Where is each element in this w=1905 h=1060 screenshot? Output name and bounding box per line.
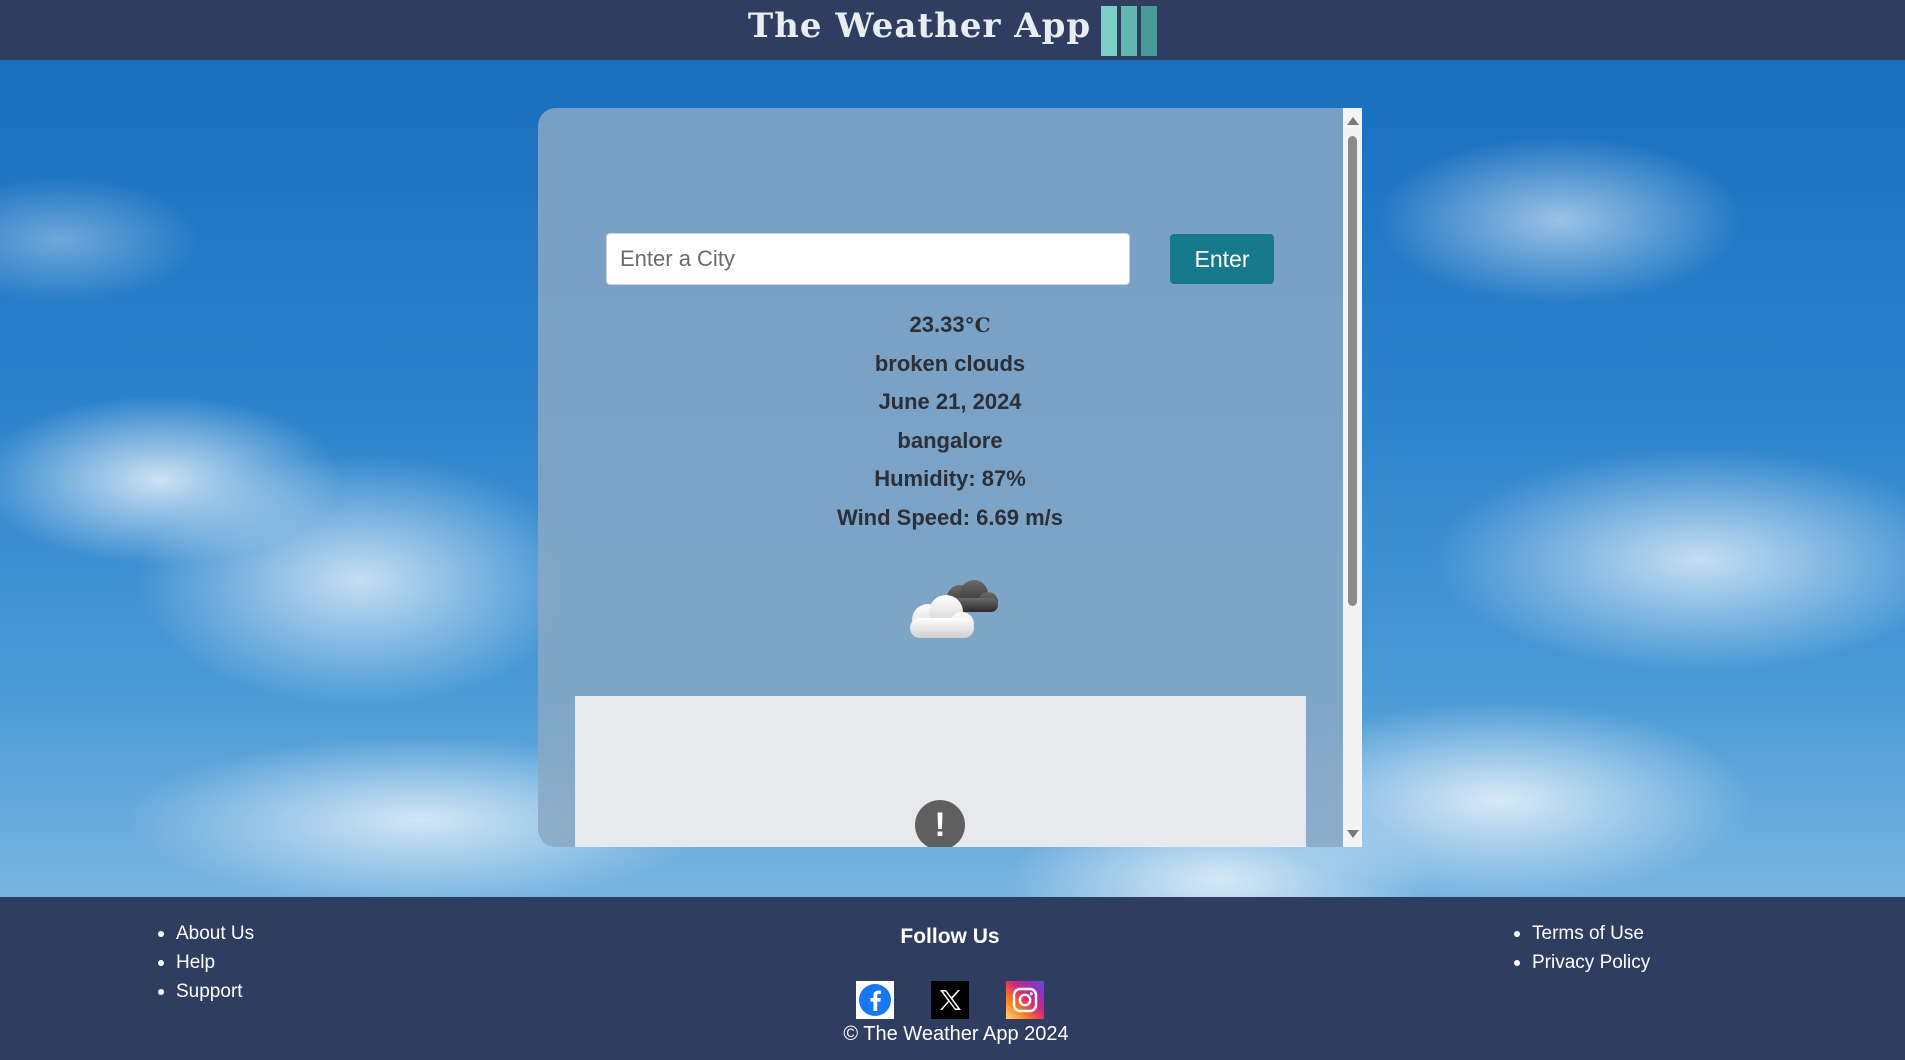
help-link[interactable]: Help <box>176 952 215 973</box>
weather-description: broken clouds <box>874 350 1026 376</box>
social-links <box>856 981 1044 1019</box>
temperature-value: 23.33 <box>909 312 965 337</box>
ad-placeholder: ! <box>575 696 1306 847</box>
card-scrollbar[interactable] <box>1343 108 1362 847</box>
broken-clouds-icon <box>910 580 998 638</box>
weather-details: 23.33°C broken clouds June 21, 2024 bang… <box>538 306 1362 537</box>
wind-speed: Wind Speed: 6.69 m/s <box>837 504 1063 530</box>
instagram-icon[interactable] <box>1006 981 1044 1019</box>
app-header: The Weather App <box>0 0 1905 60</box>
city-search-input[interactable] <box>606 233 1130 285</box>
copyright-text: © The Weather App 2024 <box>843 1023 1069 1045</box>
temperature-unit: °C <box>964 313 991 337</box>
support-link[interactable]: Support <box>176 981 243 1002</box>
scroll-thumb[interactable] <box>1348 136 1357 606</box>
footer-right-links: Terms of Use Privacy Policy <box>1514 919 1650 977</box>
humidity: Humidity: 87% <box>874 466 1026 491</box>
weather-card[interactable]: Enter 23.33°C broken clouds June 21, 202… <box>538 108 1362 847</box>
privacy-policy-link[interactable]: Privacy Policy <box>1532 952 1650 973</box>
logo-bars-icon <box>1101 6 1158 56</box>
terms-of-use-link[interactable]: Terms of Use <box>1532 923 1644 944</box>
enter-button[interactable]: Enter <box>1170 234 1274 284</box>
scroll-up-arrow-icon[interactable] <box>1347 117 1359 125</box>
page-footer: About Us Help Support Follow Us © The We… <box>0 897 1905 1060</box>
facebook-icon[interactable] <box>856 981 894 1019</box>
app-title: The Weather App <box>747 6 1092 46</box>
alert-icon: ! <box>915 800 965 847</box>
scroll-down-arrow-icon[interactable] <box>1347 830 1359 838</box>
x-icon[interactable] <box>931 981 969 1019</box>
temperature: 23.33°C <box>538 306 1362 345</box>
city-name: bangalore <box>897 427 1003 453</box>
weather-date: June 21, 2024 <box>878 389 1022 414</box>
